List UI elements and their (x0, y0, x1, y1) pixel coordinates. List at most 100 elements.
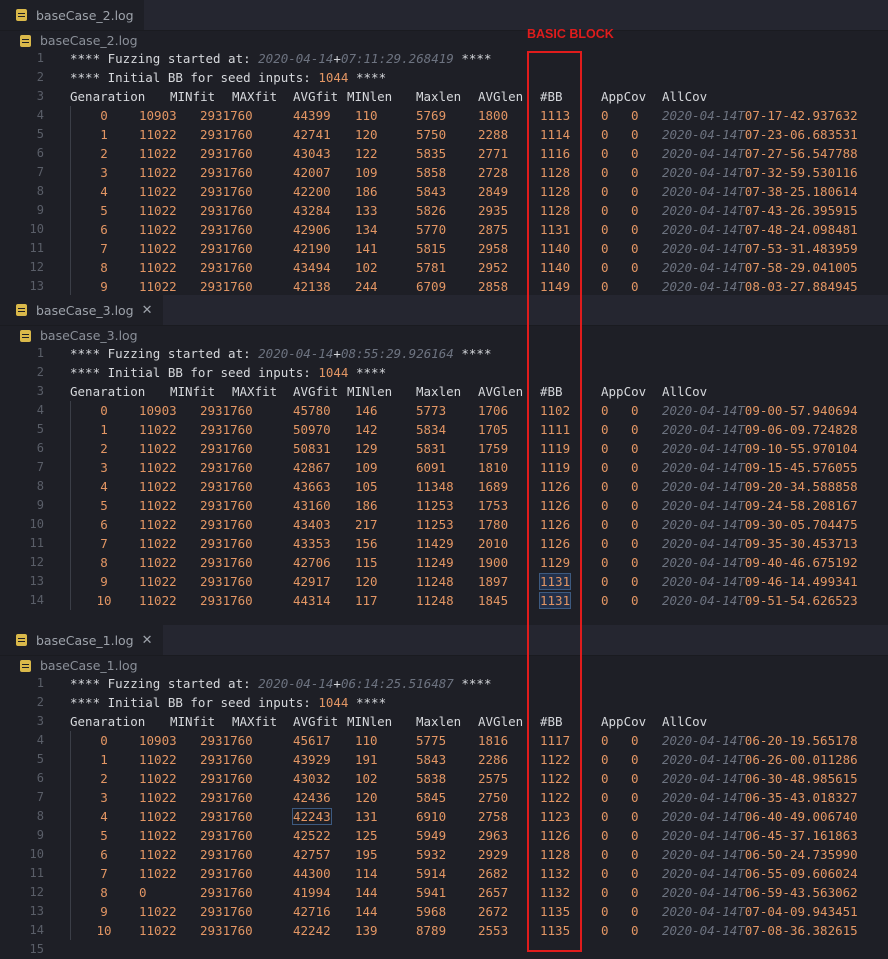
data-cell: 0 (601, 422, 609, 437)
table-row[interactable]: 8 4 11022 2931760 42200 186 5843 2849 1128 0 0 2020… (0, 182, 888, 201)
table-row[interactable]: 7 3 11022 2931760 42436 120 5845 2750 1122 0 0 2020… (0, 788, 888, 807)
code-line[interactable]: 1 **** Fuzzing started at: 2020-04-14+06:… (0, 674, 888, 693)
data-cell: 5770 (416, 222, 447, 237)
line-number: 12 (29, 555, 44, 569)
data-cell: 5941 (416, 885, 447, 900)
table-row[interactable]: 7 3 11022 2931760 42007 109 5858 2728 1128 0 0 2020… (0, 163, 888, 182)
code-line[interactable]: 2 **** Initial BB for seed inputs: 1044 *… (0, 68, 888, 87)
close-icon[interactable]: ✕ (142, 633, 153, 648)
data-cell: 5843 (416, 184, 447, 199)
table-row[interactable]: 10 6 11022 2931760 42757 195 5932 2929 1128 0 0 202… (0, 845, 888, 864)
data-cell: 142 (355, 422, 378, 437)
table-row[interactable]: 10 6 11022 2931760 43403 217 11253 1780 1126 0 0 20… (0, 515, 888, 534)
table-row[interactable]: 13 9 11022 2931760 42917 120 11248 1897 1131 0 0 20… (0, 572, 888, 591)
table-row[interactable]: 14 10 11022 2931760 44314 117 11248 1845 1131 0 0 2… (0, 591, 888, 610)
timestamp-time: 06-30-48.985615 (744, 771, 858, 786)
timestamp-cell: 2020-04-14T06-20-19.565178 (662, 733, 858, 748)
table-row[interactable]: 12 8 11022 2931760 43494 102 5781 2952 1140 0 0 202… (0, 258, 888, 277)
table-row[interactable]: 5 1 11022 2931760 42741 120 5750 2288 1114 0 0 2020… (0, 125, 888, 144)
code-line[interactable]: 3 Genaration MINfit MAXfit AVGfit MINlen Maxle… (0, 87, 888, 106)
data-cell: 11022 (139, 203, 177, 218)
data-cell: 42436 (293, 790, 331, 805)
breadcrumb[interactable]: baseCase_2.log (0, 31, 888, 50)
table-row[interactable]: 13 9 11022 2931760 42716 144 5968 2672 1135 0 0 202… (0, 902, 888, 921)
table-row[interactable]: 9 5 11022 2931760 43284 133 5826 2935 1128 0 0 2020… (0, 201, 888, 220)
data-cell: 0 (631, 222, 639, 237)
data-cell: 11022 (139, 923, 177, 938)
generation-cell: 1 (100, 422, 108, 437)
code-line[interactable]: 3 Genaration MINfit MAXfit AVGfit MINlen Maxle… (0, 382, 888, 401)
data-cell: 11022 (139, 593, 177, 608)
data-cell: 5773 (416, 403, 447, 418)
line-number: 5 (36, 422, 44, 436)
table-row[interactable]: 6 2 11022 2931760 43032 102 5838 2575 1122 0 0 2020… (0, 769, 888, 788)
table-row[interactable]: 11 7 11022 2931760 42190 141 5815 2958 1140 0 0 202… (0, 239, 888, 258)
line-number: 11 (29, 536, 44, 550)
data-cell: 11022 (139, 441, 177, 456)
basic-block-label: BASIC BLOCK (527, 27, 614, 41)
code-line[interactable]: 3 Genaration MINfit MAXfit AVGfit MINlen Maxle… (0, 712, 888, 731)
code-line[interactable]: 2 **** Initial BB for seed inputs: 1044 *… (0, 363, 888, 382)
table-row[interactable]: 13 9 11022 2931760 42138 244 6709 2858 1149 0 0 202… (0, 277, 888, 296)
generation-cell: 3 (100, 460, 108, 475)
generation-cell: 0 (100, 403, 108, 418)
table-row[interactable]: 9 5 11022 2931760 42522 125 5949 2963 1126 0 0 2020… (0, 826, 888, 845)
timestamp-date: 2020-04-14T (662, 241, 745, 256)
close-icon[interactable]: ✕ (142, 303, 153, 318)
data-cell: 5835 (416, 146, 447, 161)
breadcrumb[interactable]: baseCase_1.log (0, 656, 888, 675)
table-row[interactable]: 12 8 11022 2931760 42706 115 11249 1900 1129 0 0 20… (0, 553, 888, 572)
code-line[interactable]: 1 **** Fuzzing started at: 2020-04-14+07:… (0, 49, 888, 68)
data-cell: 2931760 (200, 771, 253, 786)
file-tab[interactable]: baseCase_3.log ✕ (0, 295, 163, 325)
data-cell: 2931760 (200, 479, 253, 494)
data-cell: 11022 (139, 479, 177, 494)
data-cell: 144 (355, 885, 378, 900)
table-row[interactable]: 8 4 11022 2931760 42243 131 6910 2758 1123 0 0 2020… (0, 807, 888, 826)
column-header: AVGlen (478, 89, 524, 104)
timestamp-cell: 2020-04-14T09-40-46.675192 (662, 555, 858, 570)
file-tab[interactable]: baseCase_1.log ✕ (0, 625, 163, 655)
data-cell: 42741 (293, 127, 331, 142)
data-cell: 0 (631, 279, 639, 294)
data-cell: 0 (631, 593, 639, 608)
code-line[interactable]: 15 (0, 940, 888, 959)
data-cell: 0 (601, 847, 609, 862)
file-tab[interactable]: baseCase_2.log (0, 0, 144, 30)
data-cell: 1845 (478, 593, 509, 608)
table-row[interactable]: 14 10 11022 2931760 42242 139 8789 2553 1135 0 0 20… (0, 921, 888, 940)
table-row[interactable]: 7 3 11022 2931760 42867 109 6091 1810 1119 0 0 2020… (0, 458, 888, 477)
data-cell: 0 (631, 498, 639, 513)
timestamp-date: 2020-04-14T (662, 828, 745, 843)
table-row[interactable]: 8 4 11022 2931760 43663 105 11348 1689 1126 0 0 202… (0, 477, 888, 496)
table-row[interactable]: 12 8 0 2931760 41994 144 5941 2657 1132 0 0 2020-04… (0, 883, 888, 902)
table-row[interactable]: 11 7 11022 2931760 44300 114 5914 2682 1132 0 0 202… (0, 864, 888, 883)
table-row[interactable]: 5 1 11022 2931760 50970 142 5834 1705 1111 0 0 2020… (0, 420, 888, 439)
table-row[interactable]: 5 1 11022 2931760 43929 191 5843 2286 1122 0 0 2020… (0, 750, 888, 769)
table-row[interactable]: 6 2 11022 2931760 50831 129 5831 1759 1119 0 0 2020… (0, 439, 888, 458)
table-row[interactable]: 11 7 11022 2931760 43353 156 11429 2010 1126 0 0 20… (0, 534, 888, 553)
log-text: **** Fuzzing started at: (70, 51, 259, 66)
code-line[interactable]: 1 **** Fuzzing started at: 2020-04-14+08:… (0, 344, 888, 363)
table-row[interactable]: 6 2 11022 2931760 43043 122 5835 2771 1116 0 0 2020… (0, 144, 888, 163)
table-row[interactable]: 4 0 10903 2931760 45780 146 5773 1706 1102 0 0 2020… (0, 401, 888, 420)
data-cell: 2849 (478, 184, 509, 199)
data-cell: 1810 (478, 460, 509, 475)
table-row[interactable]: 10 6 11022 2931760 42906 134 5770 2875 1131 0 0 202… (0, 220, 888, 239)
table-row[interactable]: 4 0 10903 2931760 45617 110 5775 1816 1117 0 0 2020… (0, 731, 888, 750)
data-cell: 2931760 (200, 165, 253, 180)
data-cell: 0 (139, 885, 147, 900)
timestamp-time: 09-46-14.499341 (744, 574, 858, 589)
breadcrumb[interactable]: baseCase_3.log (0, 326, 888, 345)
data-cell: 1689 (478, 479, 509, 494)
data-cell: 42190 (293, 241, 331, 256)
table-row[interactable]: 4 0 10903 2931760 44399 110 5769 1800 1113 0 0 2020… (0, 106, 888, 125)
timestamp-cell: 2020-04-14T09-35-30.453713 (662, 536, 858, 551)
data-cell: 11022 (139, 241, 177, 256)
line-number: 9 (36, 498, 44, 512)
data-cell: 1816 (478, 733, 509, 748)
line-number: 8 (36, 184, 44, 198)
table-row[interactable]: 9 5 11022 2931760 43160 186 11253 1753 1126 0 0 202… (0, 496, 888, 515)
timestamp-cell: 2020-04-14T09-15-45.576055 (662, 460, 858, 475)
code-line[interactable]: 2 **** Initial BB for seed inputs: 1044 *… (0, 693, 888, 712)
